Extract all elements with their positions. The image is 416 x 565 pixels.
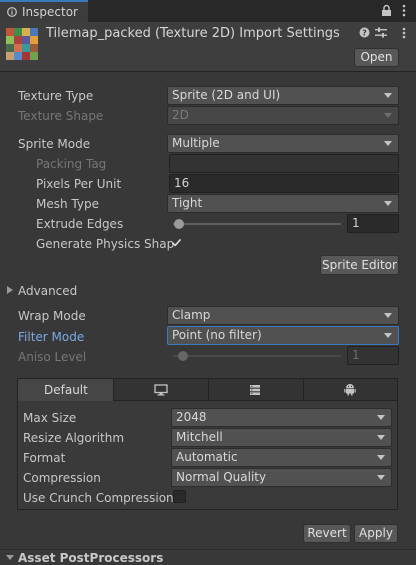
max-size-label: Max Size — [23, 411, 77, 425]
compression-dropdown[interactable]: Normal Quality — [171, 468, 392, 487]
chevron-down-icon — [384, 201, 392, 206]
foldout-arrow-icon[interactable] — [6, 555, 14, 560]
page-title: Tilemap_packed (Texture 2D) Import Setti… — [46, 26, 340, 41]
mesh-type-label: Mesh Type — [36, 197, 99, 211]
advanced-foldout[interactable]: Advanced — [18, 284, 77, 298]
pixels-per-unit-label: Pixels Per Unit — [36, 177, 122, 191]
chevron-down-icon — [384, 141, 392, 146]
format-label: Format — [23, 451, 66, 465]
mesh-type-dropdown[interactable]: Tight — [167, 194, 399, 213]
max-size-dropdown[interactable]: 2048 — [171, 408, 392, 427]
tab-inspector[interactable]: Inspector — [0, 0, 88, 22]
texture-shape-label: Texture Shape — [18, 109, 104, 123]
apply-button[interactable]: Apply — [354, 524, 398, 543]
tab-standalone[interactable] — [114, 379, 209, 401]
texture-type-label: Texture Type — [18, 89, 94, 103]
wrap-mode-dropdown[interactable]: Clamp — [167, 306, 399, 325]
presets-icon[interactable] — [375, 27, 387, 38]
resize-algorithm-dropdown[interactable]: Mitchell — [171, 428, 392, 447]
tab-default-label: Default — [44, 383, 88, 397]
tab-server[interactable] — [209, 379, 304, 401]
texture-thumbnail — [6, 28, 38, 60]
sprite-mode-value: Multiple — [172, 136, 220, 150]
revert-button[interactable]: Revert — [303, 524, 351, 543]
texture-type-dropdown[interactable]: Sprite (2D and UI) — [167, 86, 399, 105]
chevron-down-icon — [384, 113, 392, 118]
section-divider — [0, 549, 416, 550]
mesh-type-value: Tight — [172, 196, 203, 210]
aniso-level-label: Aniso Level — [18, 350, 87, 364]
chevron-down-icon — [377, 435, 385, 440]
texture-type-value: Sprite (2D and UI) — [172, 88, 281, 102]
svg-text:?: ? — [362, 29, 367, 38]
tab-label: Inspector — [22, 5, 78, 19]
sprite-editor-button[interactable]: Sprite Editor — [320, 255, 399, 275]
aniso-level-slider-track — [173, 355, 341, 357]
compression-value: Normal Quality — [176, 470, 267, 484]
open-button[interactable]: Open — [354, 48, 399, 67]
info-icon — [7, 7, 17, 17]
wrap-mode-label: Wrap Mode — [18, 309, 86, 323]
extrude-edges-slider-handle[interactable] — [174, 219, 184, 229]
asset-postprocessors-header[interactable]: Asset PostProcessors — [18, 551, 163, 565]
format-value: Automatic — [176, 450, 238, 464]
extrude-edges-input[interactable]: 1 — [347, 214, 399, 233]
resize-algorithm-value: Mitchell — [176, 430, 223, 444]
chevron-down-icon — [377, 455, 385, 460]
pixels-per-unit-input[interactable]: 16 — [169, 174, 399, 193]
format-dropdown[interactable]: Automatic — [171, 448, 392, 467]
filter-mode-value: Point (no filter) — [172, 328, 262, 342]
tab-default[interactable]: Default — [18, 379, 114, 401]
max-size-value: 2048 — [176, 410, 207, 424]
chevron-down-icon — [384, 333, 392, 338]
compression-label: Compression — [23, 471, 101, 485]
component-menu-icon[interactable] — [402, 27, 406, 39]
wrap-mode-value: Clamp — [172, 308, 211, 322]
chevron-down-icon — [384, 93, 392, 98]
packing-tag-label: Packing Tag — [36, 157, 107, 171]
help-icon[interactable]: ? — [359, 27, 370, 38]
tab-android[interactable] — [304, 379, 397, 401]
filter-mode-dropdown[interactable]: Point (no filter) — [167, 326, 399, 345]
resize-algorithm-label: Resize Algorithm — [23, 431, 125, 445]
texture-shape-value: 2D — [172, 108, 189, 122]
texture-shape-dropdown: 2D — [167, 106, 399, 125]
chevron-down-icon — [377, 475, 385, 480]
extrude-edges-slider-track[interactable] — [173, 223, 341, 225]
lock-icon[interactable] — [381, 4, 392, 17]
use-crunch-compression-label: Use Crunch Compression — [23, 491, 174, 505]
use-crunch-compression-checkbox[interactable] — [173, 490, 186, 503]
sprite-mode-dropdown[interactable]: Multiple — [167, 134, 399, 153]
server-icon — [250, 385, 260, 395]
generate-physics-shape-checkbox[interactable] — [170, 236, 183, 249]
generate-physics-shape-label: Generate Physics Shap — [36, 237, 175, 251]
packing-tag-input — [169, 154, 399, 173]
android-icon — [344, 384, 356, 396]
chevron-down-icon — [384, 313, 392, 318]
foldout-arrow-icon[interactable] — [7, 286, 13, 294]
extrude-edges-label: Extrude Edges — [36, 217, 124, 231]
aniso-level-slider-handle — [178, 351, 188, 361]
aniso-level-input: 1 — [347, 346, 399, 365]
kebab-menu-icon[interactable] — [402, 4, 406, 17]
sprite-mode-label: Sprite Mode — [18, 137, 91, 151]
chevron-down-icon — [377, 415, 385, 420]
filter-mode-label: Filter Mode — [18, 330, 85, 344]
monitor-icon — [154, 384, 168, 396]
